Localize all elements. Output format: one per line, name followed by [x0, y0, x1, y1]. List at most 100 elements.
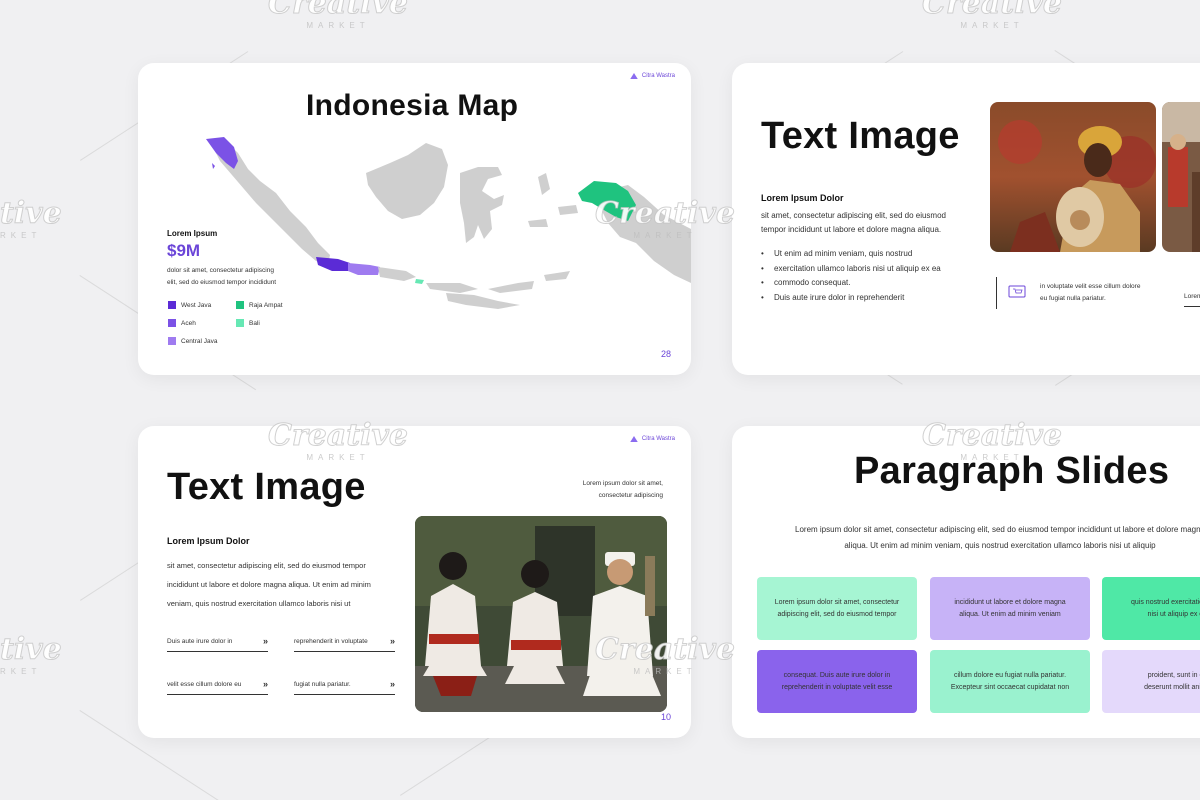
link-label: Duis aute irure dolor in [167, 638, 233, 645]
stat-desc-line: elit, sed do eiusmod tempor incididunt [167, 279, 277, 286]
bullet-list: Ut enim ad minim veniam, quis nostrud ex… [761, 247, 941, 305]
page-number: 28 [660, 349, 671, 359]
link-row[interactable]: velit esse cillum dolore eu » [167, 679, 268, 695]
stat-description: dolor sit amet, consectetur adipiscing e… [167, 265, 276, 289]
photo-market-image [1162, 102, 1200, 252]
note-text: in voluptate velit esse cillum dolore eu… [1040, 281, 1140, 305]
watermark-logo: tive RKET [0, 196, 62, 241]
slide-text-image-1[interactable]: Text Image Lorem Ipsum Dolor sit amet, c… [732, 63, 1200, 375]
card-line: quis nostrud exercitation ullamco [1131, 598, 1200, 606]
legend-swatch [236, 301, 244, 309]
card-line: deserunt mollit anim id e [1144, 683, 1200, 691]
paragraph-card[interactable]: incididunt ut labore et dolore magna aliq… [930, 577, 1090, 640]
slide-indonesia-map[interactable]: Citra Wastra Indonesia Map Lorem Ipsum $… [138, 63, 691, 375]
watermark-logo: Creative MARKET [922, 0, 1063, 30]
photo-worshippers-image [415, 516, 667, 712]
link-row[interactable]: reprehenderit in voluptate » [294, 637, 395, 652]
stat-block: Lorem Ipsum $9M dolor sit amet, consecte… [167, 229, 276, 289]
paragraph-line: sit amet, consectetur adipiscing elit, s… [761, 211, 946, 220]
legend-swatch [168, 301, 176, 309]
cut-link[interactable]: Lorem [1184, 293, 1200, 307]
watermark-word: tive [0, 632, 62, 668]
slide-title: Paragraph Slides [854, 450, 1170, 492]
slide-subtitle: Lorem Ipsum Dolor [167, 536, 250, 546]
brand-name: Citra Wastra [641, 436, 675, 442]
chevron-right-icon: » [262, 679, 268, 689]
stat-value: $9M [167, 241, 201, 260]
top-right-caption: Lorem ipsum dolor sit amet, consectetur … [583, 478, 663, 502]
photo-worshippers [415, 516, 667, 712]
watermark-sub: RKET [0, 667, 42, 676]
caption-line: consectetur adipiscing [598, 492, 663, 499]
photo-market [1162, 102, 1200, 252]
legend-label: Raja Ampat [249, 301, 283, 309]
bullet-item: Ut enim ad minim veniam, quis nostrud [761, 247, 941, 262]
legend-label: West Java [181, 301, 212, 309]
slide-paragraph: sit amet, consectetur adipiscing elit, s… [761, 209, 946, 237]
legend-label: Bali [249, 319, 260, 327]
legend-item-bali: Bali [236, 319, 316, 327]
legend-item-aceh: Aceh [168, 319, 236, 327]
legend-item-west-java: West Java [168, 301, 236, 309]
legend-label: Central Java [181, 337, 218, 345]
map-region-sulawesi [460, 167, 504, 243]
photo-dancer-image [990, 102, 1156, 252]
watermark-sub: RKET [0, 231, 42, 240]
watermark-word: Creative [922, 0, 1063, 22]
legend-swatch [236, 319, 244, 327]
card-line: Lorem ipsum dolor sit amet, consectetur [774, 598, 900, 606]
map-region-east-java [378, 267, 416, 281]
paragraph-line: tempor incididunt ut labore et dolore ma… [761, 225, 942, 234]
brand-logo-icon [630, 436, 638, 442]
card-line: adipiscing elit, sed do eiusmod tempor [777, 610, 897, 618]
link-row[interactable]: Duis aute irure dolor in » [167, 636, 268, 652]
legend-swatch [168, 319, 176, 327]
card-line: cillum dolore eu fugiat nulla pariatur. [953, 671, 1067, 679]
slide-text-image-2[interactable]: Citra Wastra Text Image Lorem ipsum dolo… [138, 426, 691, 738]
stat-label: Lorem Ipsum [167, 229, 218, 238]
note-divider [996, 277, 997, 309]
slide-title: Text Image [167, 466, 366, 508]
intro-line: Lorem ipsum dolor sit amet, consectetur … [795, 525, 1200, 534]
paragraph-card[interactable]: Lorem ipsum dolor sit amet, consectetur a… [757, 577, 917, 640]
stat-desc-line: dolor sit amet, consectetur adipiscing [167, 267, 274, 274]
paragraph-card[interactable]: consequat. Duis aute irure dolor in repre… [757, 650, 917, 713]
slide-subtitle: Lorem Ipsum Dolor [761, 193, 844, 203]
paragraph-card[interactable]: cillum dolore eu fugiat nulla pariatur. E… [930, 650, 1090, 713]
watermark-word: Creative [268, 0, 409, 22]
note-line: eu fugiat nulla pariatur. [1040, 295, 1106, 302]
paragraph-line: veniam, quis nostrud exercitation ullamc… [167, 599, 351, 608]
slide-intro: Lorem ipsum dolor sit amet, consectetur … [768, 522, 1200, 554]
map-legend: West Java Raja Ampat Aceh Bali Central J… [168, 301, 316, 345]
paragraph-card[interactable]: quis nostrud exercitation ullamco nisi ut… [1102, 577, 1200, 640]
note-line: in voluptate velit esse cillum dolore [1040, 283, 1141, 290]
bullet-continuation: commodo consequat. [761, 276, 941, 291]
map-region-central-java [348, 263, 380, 275]
watermark-logo: tive RKET [0, 632, 62, 677]
intro-line: aliqua. Ut enim ad minim veniam, quis no… [844, 541, 1156, 550]
bullet-item: Duis aute irure dolor in reprehenderit [761, 291, 941, 306]
paragraph-line: incididunt ut labore et dolore magna ali… [167, 580, 371, 589]
link-label: velit esse cillum dolore eu [167, 681, 242, 688]
legend-swatch [168, 337, 176, 345]
chevron-right-icon: » [389, 679, 395, 689]
brand-logo-icon [630, 73, 638, 79]
slide-title: Indonesia Map [306, 89, 519, 122]
slide-paragraph[interactable]: Paragraph Slides Lorem ipsum dolor sit a… [732, 426, 1200, 738]
watermark-sub: MARKET [960, 21, 1024, 30]
paragraph-card[interactable]: proident, sunt in culpa deserunt mollit a… [1102, 650, 1200, 713]
card-line: consequat. Duis aute irure dolor in [783, 671, 891, 679]
map-region-kalimantan [366, 143, 448, 219]
brand-mark: Citra Wastra [630, 436, 675, 442]
slide-paragraph: sit amet, consectetur adipiscing elit, s… [167, 556, 371, 613]
link-row[interactable]: fugiat nulla pariatur. » [294, 679, 395, 695]
brand-name: Citra Wastra [641, 73, 675, 79]
cart-icon [1008, 285, 1026, 298]
watermark-word: tive [0, 196, 62, 232]
paragraph-line: sit amet, consectetur adipiscing elit, s… [167, 561, 366, 570]
link-label: fugiat nulla pariatur. [294, 681, 351, 688]
map-region-aceh [206, 137, 238, 169]
chevron-right-icon: » [262, 636, 268, 646]
legend-item-raja-ampat: Raja Ampat [236, 301, 316, 309]
slide-title: Text Image [761, 115, 960, 157]
